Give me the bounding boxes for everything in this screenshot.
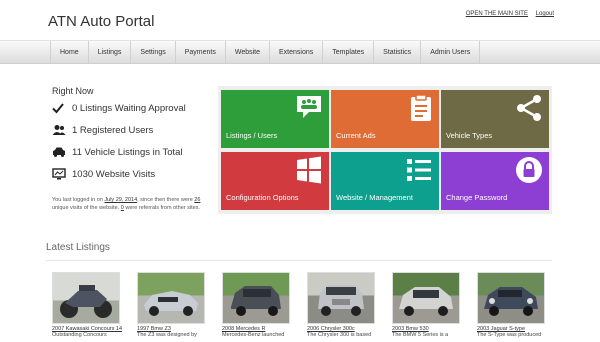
latest-listings-title: Latest Listings [46,242,110,253]
listing-card[interactable]: 2008 Mercedes R Mercedes-Benz launched [222,272,292,338]
nav-settings[interactable]: Settings [131,41,176,64]
stat-vehicle-listings: 11 Vehicle Listings in Total [52,146,183,158]
listing-photo[interactable] [137,272,205,324]
tile-current-ads[interactable]: Current Ads [331,90,439,148]
listing-desc: The Z3 was designed by [137,332,197,338]
tile-label: Vehicle Types [446,131,493,140]
listing-desc: Outstanding Concours [52,332,107,338]
listing-photo[interactable] [52,272,120,324]
listing-photo[interactable] [477,272,545,324]
listing-desc: The BMW 5 Series is a [392,332,449,338]
last-login-note: You last logged in on July 29, 2014, sin… [52,197,201,211]
stat-label: 1030 Website Visits [72,168,156,180]
listing-photo[interactable] [307,272,375,324]
open-main-site-link[interactable]: OPEN THE MAIN SITE [466,11,528,17]
dashboard-tiles: Listings / Users Current Ads Vehicle Typ… [218,86,552,214]
nav-payments[interactable]: Payments [176,41,226,64]
tile-label: Configuration Options [226,193,299,202]
lock-icon [516,157,542,183]
listing-card[interactable]: 2006 Chrysler 300c The Chrysler 300 is b… [307,272,377,338]
listing-card[interactable]: 2007 Kawasaki Concours 14 Outstanding Co… [52,272,122,338]
car-icon [52,146,66,158]
listing-desc: The S-Type was produced [477,332,542,338]
nav-listings[interactable]: Listings [89,41,132,64]
tile-change-password[interactable]: Change Password [441,152,549,210]
listing-photo[interactable] [392,272,460,324]
site-title: ATN Auto Portal [48,13,155,30]
tile-label: Current Ads [336,131,376,140]
last-login-date: July 29, 2014 [104,197,138,203]
stat-registered-users: 1 Registered Users [52,124,153,136]
users-chat-icon [297,96,321,118]
list-icon [407,159,431,181]
main-nav: Home Listings Settings Payments Website … [0,40,600,64]
listing-photo[interactable] [222,272,290,324]
stat-label: 1 Registered Users [72,124,154,136]
top-links: OPEN THE MAIN SITE Logout [460,11,554,17]
monitor-chart-icon [52,168,66,180]
listing-desc: The Chrysler 300 is based [307,332,372,338]
stat-label: 11 Vehicle Listings in Total [72,146,183,158]
listing-card[interactable]: 2003 Bmw 530 The BMW 5 Series is a [392,272,462,338]
divider [46,260,552,261]
nav-templates[interactable]: Templates [323,41,375,64]
share-icon [517,95,541,121]
tile-label: Website / Management [336,193,413,202]
right-now-title: Right Now [52,86,94,96]
clipboard-icon [411,94,431,121]
nav-admin-users[interactable]: Admin Users [421,41,481,64]
nav-website[interactable]: Website [226,41,271,64]
logout-link[interactable]: Logout [536,11,554,17]
nav-statistics[interactable]: Statistics [374,41,422,64]
stat-website-visits: 1030 Website Visits [52,168,155,180]
tile-listings-users[interactable]: Listings / Users [221,90,329,148]
listing-desc: Mercedes-Benz launched [222,332,285,338]
users-icon [52,124,66,136]
listing-card[interactable]: 2003 Jaguar S-type The S-Type was produc… [477,272,547,338]
tile-configuration-options[interactable]: Configuration Options [221,152,329,210]
tile-website-management[interactable]: Website / Management [331,152,439,210]
tile-vehicle-types[interactable]: Vehicle Types [441,90,549,148]
nav-extensions[interactable]: Extensions [270,41,324,64]
windows-icon [297,156,321,184]
checkmark-icon [52,102,66,114]
header: ATN Auto Portal OPEN THE MAIN SITE Logou… [0,0,600,40]
stat-label: 0 Listings Waiting Approval [72,102,186,114]
tile-label: Change Password [446,193,508,202]
tile-label: Listings / Users [226,131,278,140]
listing-card[interactable]: 1997 Bmw Z3 The Z3 was designed by [137,272,207,338]
unique-visits-count: 26 [194,197,201,203]
stat-listings-waiting: 0 Listings Waiting Approval [52,102,186,114]
nav-home[interactable]: Home [51,41,89,64]
